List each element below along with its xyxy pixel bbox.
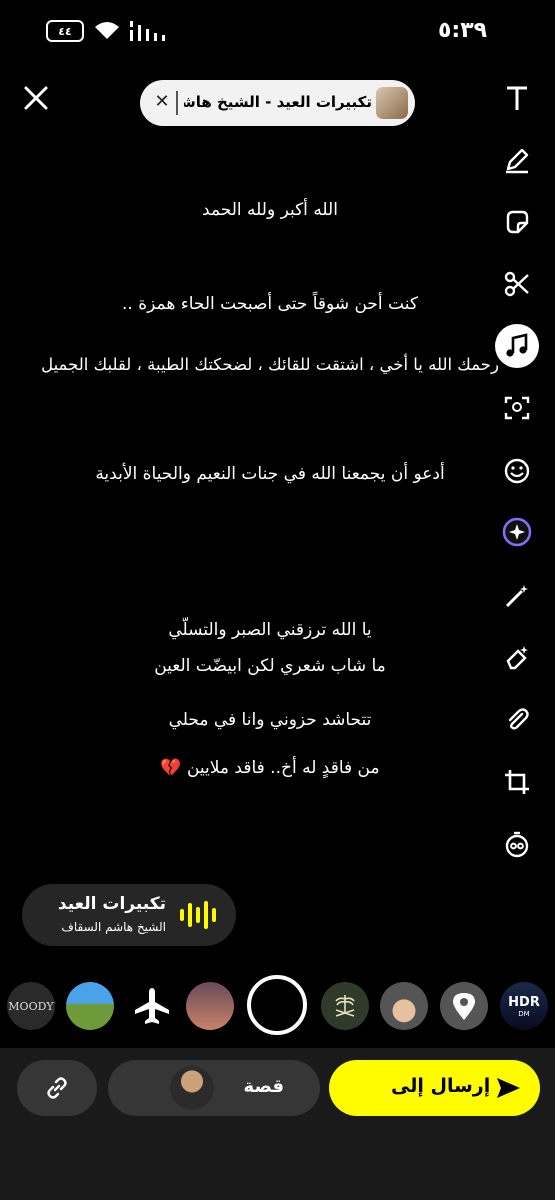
timer-icon <box>505 831 529 858</box>
song-artist: الشيخ هاشم السقاف <box>61 920 166 934</box>
music-thumbnail <box>376 87 408 119</box>
status-icons: ٤٤ <box>46 20 166 42</box>
ai-tool[interactable] <box>497 512 537 552</box>
text-tool[interactable] <box>497 78 537 118</box>
draw-tool[interactable] <box>497 140 537 180</box>
story-button[interactable]: قصة <box>108 1060 320 1116</box>
caption-line: رحمك الله يا أخي ، اشتقت للقائك ، لضحكتك… <box>41 355 499 374</box>
send-label: إرسال إلى <box>391 1075 491 1097</box>
caption-line: ما شاب شعري لكن ابيضّت العين <box>154 656 386 676</box>
pill-divider <box>176 91 178 115</box>
pencil-icon <box>506 148 529 174</box>
caption-line: من فاقدٍ له أخ.. فاقد ملايين 💔 <box>160 758 380 778</box>
airplane-icon <box>135 988 169 1024</box>
filter-hdr[interactable]: HDR DM <box>500 982 548 1030</box>
filter-face[interactable] <box>380 982 428 1030</box>
battery-icon: ٤٤ <box>46 20 84 42</box>
magic-tool[interactable] <box>497 576 537 616</box>
text-icon <box>507 86 527 110</box>
signal-icon <box>130 21 165 41</box>
filter-sunset[interactable] <box>186 982 234 1030</box>
send-to-button[interactable]: إرسال إلى <box>329 1060 540 1116</box>
filter-hdr-label: HDR <box>508 994 540 1010</box>
story-label: قصة <box>243 1076 284 1097</box>
link-button[interactable] <box>17 1060 97 1116</box>
song-card[interactable]: تكبيرات العيد الشيخ هاشم السقاف <box>22 884 236 946</box>
filter-landscape[interactable] <box>66 982 114 1030</box>
music-title: تكبيرات العيد - الشيخ هاشـ... <box>184 93 372 111</box>
remove-music-icon[interactable]: ✕ <box>150 90 174 114</box>
status-time: ٥:٣٩ <box>438 18 488 43</box>
send-arrow-icon <box>497 1078 520 1098</box>
caption-line: يا الله ترزقني الصبر والتسلّي <box>168 620 372 640</box>
audio-wave-icon <box>180 901 216 929</box>
caption-line: الله أكبر ولله الحمد <box>202 200 338 220</box>
scan-icon <box>504 396 530 420</box>
caption-line: أدعو أن يجمعنا الله في جنات النعيم والحي… <box>95 464 445 484</box>
airplane-filter[interactable] <box>131 985 173 1027</box>
caption-line: كنت أحن شوقاً حتى أصبحت الحاء همزة .. <box>122 294 418 314</box>
wifi-icon <box>95 22 119 39</box>
close-button[interactable] <box>22 84 50 112</box>
timer-tool[interactable] <box>497 824 537 864</box>
caption-line: تتحاشد حزوني وانا في محلي <box>168 710 372 730</box>
song-name: تكبيرات العيد <box>57 894 166 914</box>
location-pin-icon <box>453 993 475 1020</box>
filter-moody[interactable]: MOODY <box>7 982 55 1030</box>
sparkle-icon <box>502 517 532 547</box>
music-pill[interactable]: ✕ تكبيرات العيد - الشيخ هاشـ... <box>140 80 415 126</box>
filter-moody-label: MOODY <box>8 999 54 1013</box>
close-icon <box>24 86 48 110</box>
palm-emblem-icon <box>335 995 355 1017</box>
scan-tool[interactable] <box>497 388 537 428</box>
capture-button[interactable] <box>247 975 307 1035</box>
filter-hdr-sub: DM <box>518 1009 530 1018</box>
magic-wand-icon <box>505 585 528 608</box>
avatar <box>170 1066 214 1110</box>
link-icon <box>47 1077 67 1099</box>
filter-location[interactable] <box>440 982 488 1030</box>
filter-emblem[interactable] <box>321 982 369 1030</box>
